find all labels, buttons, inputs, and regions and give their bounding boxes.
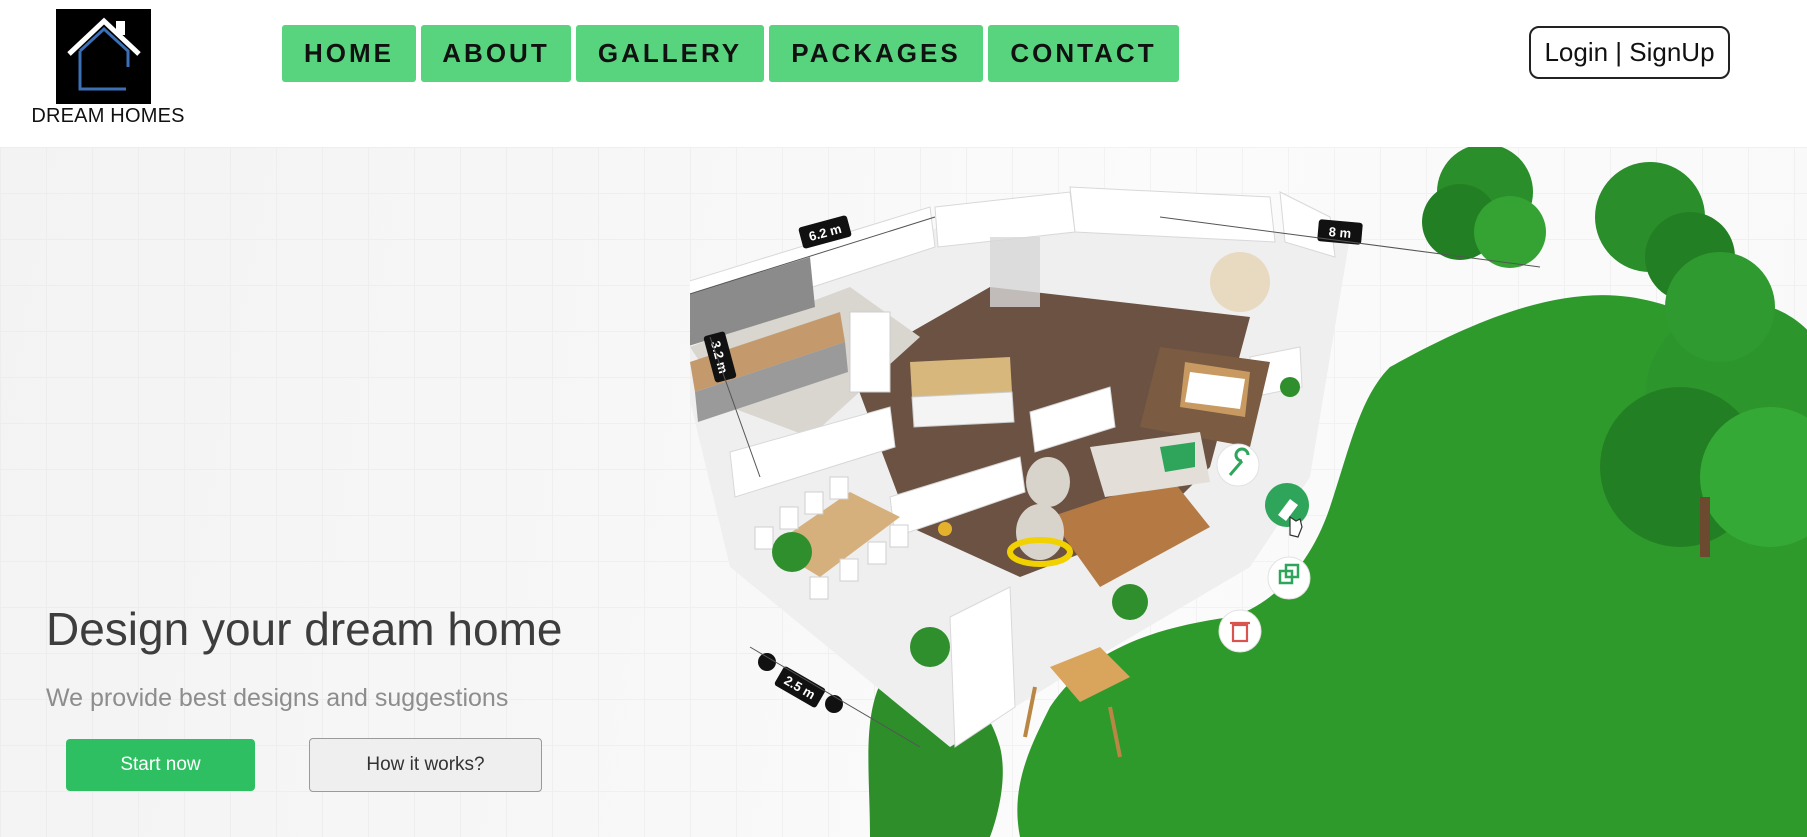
nav-contact[interactable]: CONTACT bbox=[988, 25, 1179, 82]
logo[interactable] bbox=[56, 9, 151, 104]
trash-icon[interactable] bbox=[1218, 609, 1262, 653]
hero-title: Design your dream home bbox=[46, 603, 563, 655]
site-header: DREAM HOMES HOME ABOUT GALLERY PACKAGES … bbox=[0, 0, 1807, 147]
copy-icon[interactable] bbox=[1267, 556, 1311, 600]
main-nav: HOME ABOUT GALLERY PACKAGES CONTACT bbox=[282, 25, 1179, 82]
login-signup-button[interactable]: Login | SignUp bbox=[1529, 26, 1730, 79]
how-it-works-button[interactable]: How it works? bbox=[309, 738, 542, 792]
brand-name: DREAM HOMES bbox=[31, 105, 185, 127]
floorplan-illustration: 6.2 m 8 m 3.2 m 2.5 m bbox=[690, 147, 1807, 837]
nav-home[interactable]: HOME bbox=[282, 25, 416, 82]
nav-about[interactable]: ABOUT bbox=[421, 25, 571, 82]
hero-subtitle: We provide best designs and suggestions bbox=[46, 684, 509, 712]
hero-section: 6.2 m 8 m 3.2 m 2.5 m Design your dream … bbox=[0, 147, 1807, 837]
wrench-icon[interactable] bbox=[1216, 443, 1260, 487]
start-now-button[interactable]: Start now bbox=[66, 739, 255, 791]
dim-label-house-length: 8 m bbox=[1328, 224, 1352, 241]
nav-packages[interactable]: PACKAGES bbox=[769, 25, 983, 82]
nav-gallery[interactable]: GALLERY bbox=[576, 25, 764, 82]
house-logo-icon bbox=[67, 17, 141, 91]
